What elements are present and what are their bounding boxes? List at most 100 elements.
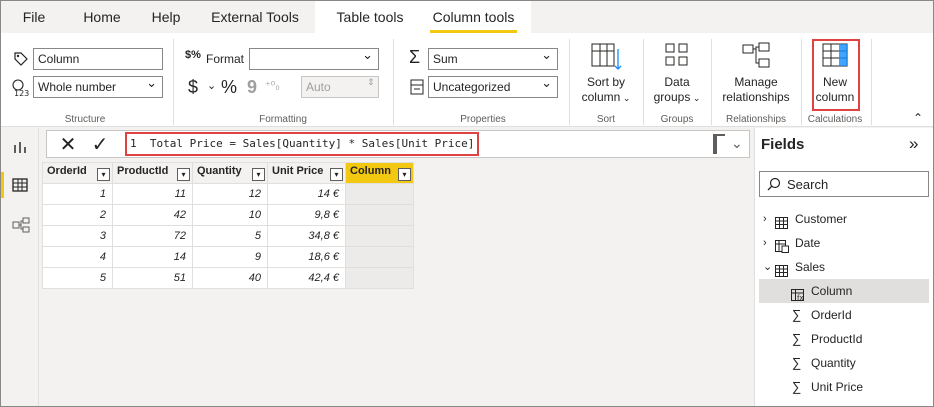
table-cell[interactable]: 11 <box>112 183 193 205</box>
table-name: Customer <box>795 212 848 226</box>
formula-scroll-icon <box>713 134 725 154</box>
expand-formula-icon[interactable]: ⌄ <box>731 135 743 152</box>
data-view-button[interactable] <box>1 168 39 202</box>
stepper-icon[interactable]: ⇕ <box>367 77 375 88</box>
svg-text:123: 123 <box>14 89 29 97</box>
column-header[interactable]: Unit Price ▾ <box>267 162 346 184</box>
table-cell[interactable] <box>345 225 414 247</box>
table-cell[interactable]: 5 <box>42 267 113 289</box>
divider <box>569 39 570 125</box>
filter-dropdown-icon[interactable]: ▾ <box>330 168 343 181</box>
field-table-date[interactable]: › Date <box>759 231 929 255</box>
collapse-pane-icon[interactable]: » <box>909 134 918 154</box>
chevron-right-icon[interactable]: › <box>763 231 767 255</box>
column-header[interactable]: Quantity ▾ <box>192 162 268 184</box>
collapse-ribbon-icon[interactable]: ⌃ <box>913 111 923 125</box>
filter-dropdown-icon[interactable]: ▾ <box>398 168 411 181</box>
field-productid[interactable]: ∑ ProductId <box>759 327 929 351</box>
column-header[interactable]: OrderId ▾ <box>42 162 113 184</box>
divider <box>871 39 872 125</box>
decimal-places-icon[interactable]: ⁺⁰₀ <box>265 79 280 92</box>
search-icon <box>767 177 781 194</box>
table-cell[interactable]: 12 <box>192 183 268 205</box>
data-category-select[interactable]: Uncategorized <box>428 73 558 98</box>
formula-text: Total Price = Sales[Quantity] * Sales[Un… <box>149 137 475 150</box>
manage-relationships-button[interactable]: Manage relationships <box>717 41 795 105</box>
data-groups-button[interactable]: Data groups ⌄ <box>649 41 705 106</box>
menu-tabs: File Home Help External Tools Table tool… <box>1 1 933 33</box>
new-column-highlight <box>812 39 860 111</box>
field-column[interactable]: fx Column <box>759 279 929 303</box>
tag-icon <box>13 51 29 70</box>
table-cell[interactable] <box>345 267 414 289</box>
table-cell[interactable]: 34,8 € <box>267 225 346 247</box>
field-orderid[interactable]: ∑ OrderId <box>759 303 929 327</box>
filter-dropdown-icon[interactable]: ▾ <box>97 168 110 181</box>
column-name-input[interactable]: Column <box>33 48 163 70</box>
formula-input[interactable]: 1 Total Price = Sales[Quantity] * Sales[… <box>125 132 479 156</box>
table-cell[interactable]: 18,6 € <box>267 246 346 268</box>
table-cell[interactable]: 40 <box>192 267 268 289</box>
format-icon: $% <box>185 49 201 61</box>
column-header-selected[interactable]: Column ▾ <box>345 162 414 184</box>
summarization-select[interactable]: Sum <box>428 45 558 70</box>
field-quantity[interactable]: ∑ Quantity <box>759 351 929 375</box>
tab-file[interactable]: File <box>9 1 59 33</box>
table-cell[interactable]: 72 <box>112 225 193 247</box>
report-view-button[interactable] <box>1 130 39 164</box>
commit-formula-button[interactable]: ✓ <box>85 133 115 157</box>
cancel-formula-button[interactable]: ✕ <box>53 133 83 157</box>
comma-style-button[interactable]: 9 <box>247 77 257 98</box>
tab-column-tools[interactable]: Column tools <box>416 1 531 33</box>
sigma-icon: ∑ <box>792 331 802 346</box>
table-cell[interactable] <box>345 246 414 268</box>
chevron-right-icon[interactable]: › <box>763 207 767 231</box>
field-name: ProductId <box>811 332 863 346</box>
model-view-button[interactable] <box>1 208 39 242</box>
table-row: 5 51 40 42,4 € <box>42 267 414 289</box>
table-cell[interactable]: 42 <box>112 204 193 226</box>
ribbon: Column 123 Whole number Structure $% For… <box>1 33 933 127</box>
field-table-sales[interactable]: ⌄ Sales <box>759 255 929 279</box>
table-cell[interactable]: 42,4 € <box>267 267 346 289</box>
filter-dropdown-icon[interactable]: ▾ <box>177 168 190 181</box>
table-cell[interactable]: 10 <box>192 204 268 226</box>
divider <box>801 39 802 125</box>
table-cell[interactable]: 51 <box>112 267 193 289</box>
table-cell[interactable]: 9 <box>192 246 268 268</box>
table-icon <box>12 177 28 196</box>
sort-by-column-button[interactable]: Sort by column ⌄ <box>576 41 636 106</box>
filter-dropdown-icon[interactable]: ▾ <box>252 168 265 181</box>
tab-external-tools[interactable]: External Tools <box>201 1 309 33</box>
table-cell[interactable]: 2 <box>42 204 113 226</box>
table-name: Date <box>795 236 821 250</box>
table-cell[interactable]: 4 <box>42 246 113 268</box>
table-cell[interactable]: 5 <box>192 225 268 247</box>
structure-group-label: Structure <box>64 114 106 125</box>
table-cell[interactable] <box>345 183 414 205</box>
currency-dropdown-icon[interactable]: ⌄ <box>207 79 216 92</box>
table-cell[interactable]: 9,8 € <box>267 204 346 226</box>
table-cell[interactable]: 1 <box>42 183 113 205</box>
percent-button[interactable]: % <box>221 77 237 98</box>
column-header[interactable]: ProductId ▾ <box>112 162 193 184</box>
field-name: Quantity <box>811 356 856 370</box>
table-name: Sales <box>795 260 826 274</box>
formula-bar: ✕ ✓ 1 Total Price = Sales[Quantity] * Sa… <box>46 130 750 158</box>
table-cell[interactable]: 14 € <box>267 183 346 205</box>
table-cell[interactable]: 3 <box>42 225 113 247</box>
table-header-row: OrderId ▾ ProductId ▾ Quantity ▾ Unit Price… <box>42 162 414 184</box>
format-select[interactable] <box>249 45 379 70</box>
divider <box>393 39 394 125</box>
table-cell[interactable] <box>345 204 414 226</box>
chevron-down-icon[interactable]: ⌄ <box>763 255 772 279</box>
field-unit-price[interactable]: ∑ Unit Price <box>759 375 929 399</box>
field-table-customer[interactable]: › Customer <box>759 207 929 231</box>
tab-help[interactable]: Help <box>141 1 191 33</box>
tab-home[interactable]: Home <box>71 1 133 33</box>
fields-search-input[interactable]: Search <box>759 171 929 197</box>
tab-table-tools[interactable]: Table tools <box>315 1 425 33</box>
table-cell[interactable]: 14 <box>112 246 193 268</box>
data-type-select[interactable]: Whole number <box>33 73 163 98</box>
currency-button[interactable]: $ <box>188 77 198 98</box>
